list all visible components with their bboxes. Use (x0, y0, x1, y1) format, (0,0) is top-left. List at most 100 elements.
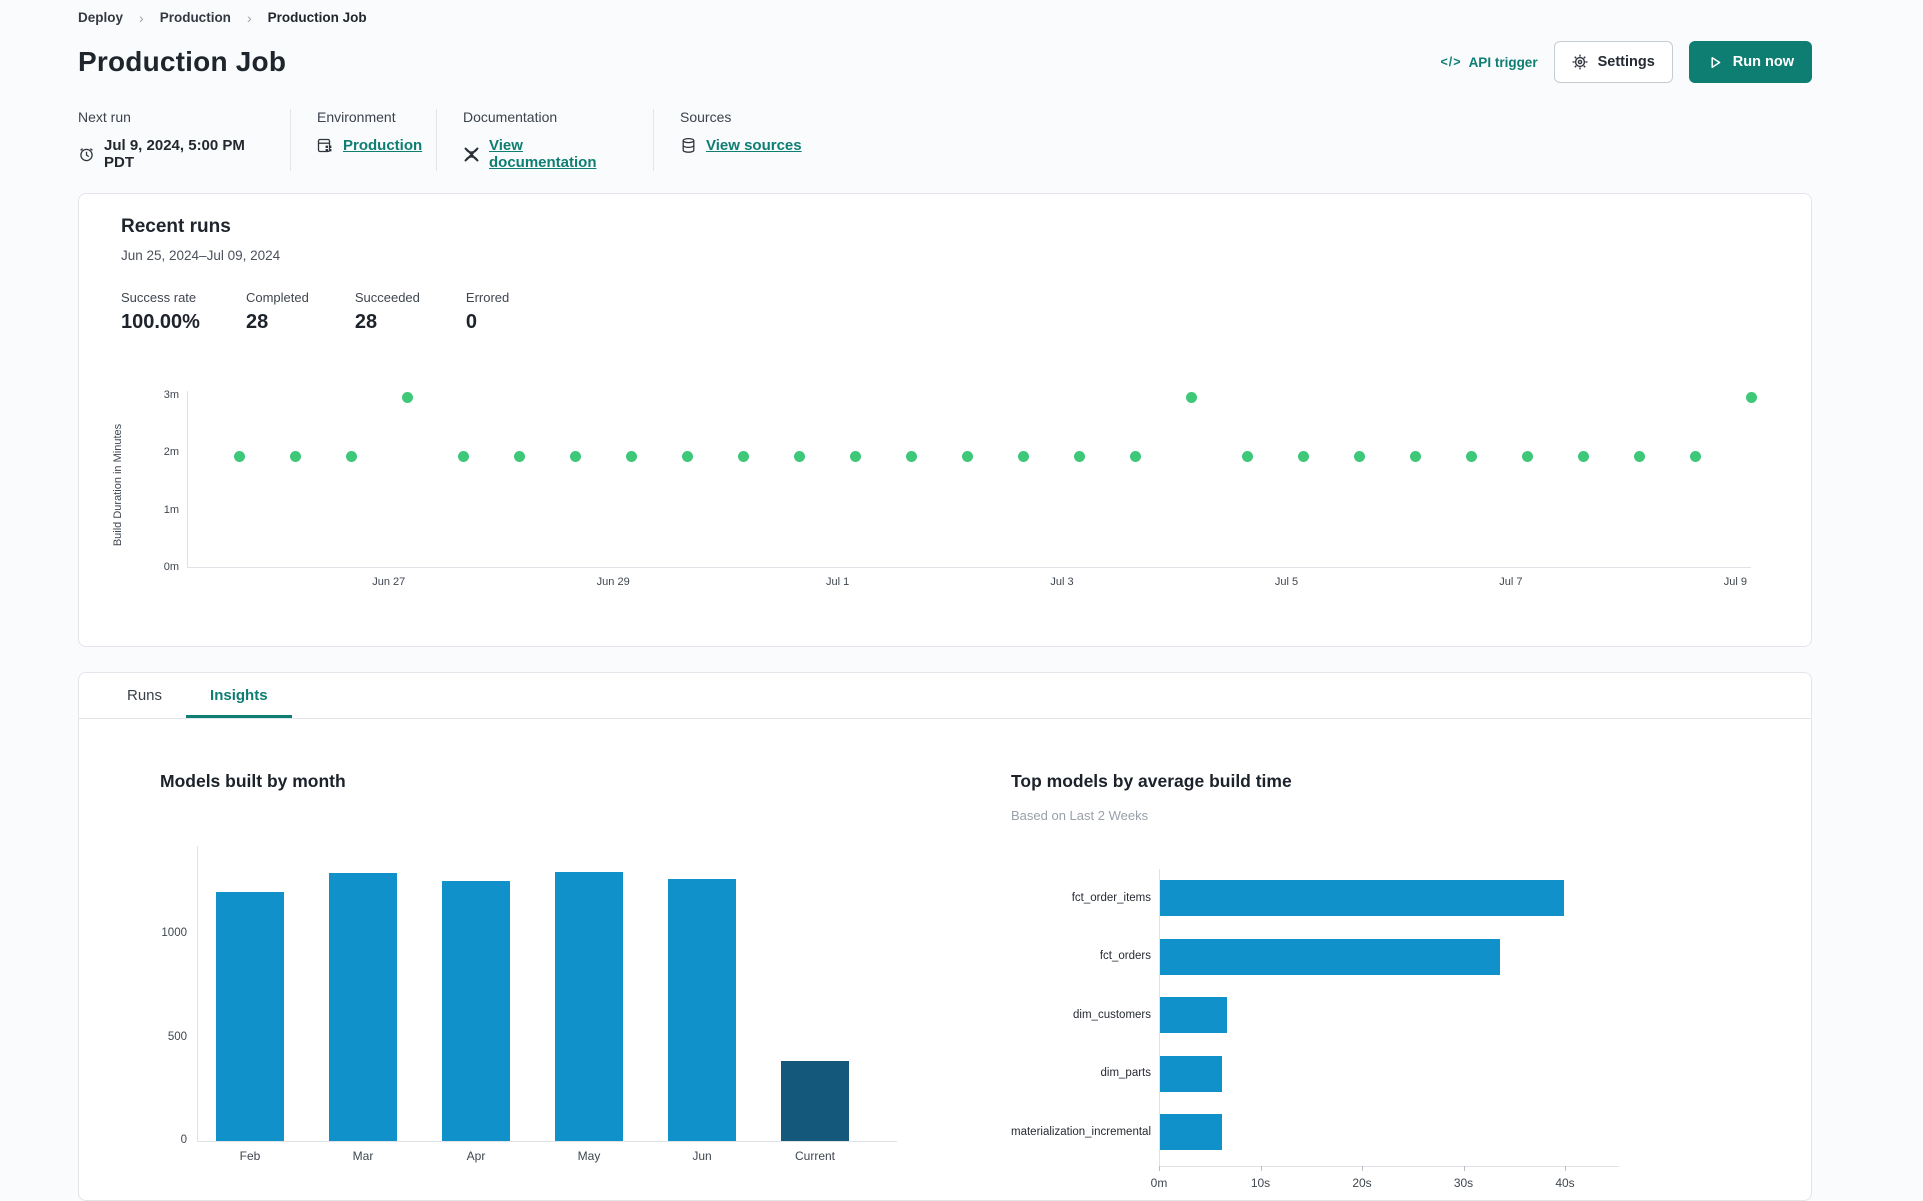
run-dot[interactable] (682, 450, 694, 462)
meta-sources: Sources View sources (653, 109, 822, 171)
run-dot[interactable] (1521, 450, 1533, 462)
models-built-bar[interactable] (442, 881, 510, 1141)
scatter-x-tick: Jun 29 (596, 576, 630, 588)
top-models-chart-title: Top models by average build time (1011, 771, 1292, 791)
top-models-category-label: fct_orders (1099, 950, 1151, 962)
models-built-chart-title: Models built by month (160, 771, 346, 791)
run-dot[interactable] (626, 450, 638, 462)
recent-runs-card: Recent runs Jun 25, 2024–Jul 09, 2024 Su… (78, 193, 1812, 647)
run-now-button[interactable]: Run now (1688, 41, 1812, 83)
chevron-right-icon: › (246, 9, 252, 26)
build-duration-scatter-plot (187, 391, 1757, 568)
models-built-x-tick: Feb (239, 1149, 261, 1163)
run-dot[interactable] (1577, 450, 1589, 462)
environment-label: Environment (317, 109, 396, 125)
scatter-x-tick: Jul 3 (1050, 576, 1074, 588)
sources-label: Sources (680, 109, 732, 125)
scatter-y-tick: 2m (163, 446, 179, 459)
clock-icon (78, 146, 95, 163)
scatter-x-tick: Jul 5 (1274, 576, 1299, 588)
run-dot[interactable] (458, 450, 470, 462)
stat-succeeded: Succeeded 28 (354, 290, 420, 333)
run-dot[interactable] (1745, 392, 1757, 404)
play-icon (1707, 54, 1724, 71)
models-built-y-tick: 500 (167, 1030, 187, 1043)
api-trigger-link[interactable]: </> API trigger (1440, 55, 1537, 70)
run-dot[interactable] (290, 450, 302, 462)
settings-button[interactable]: Settings (1553, 41, 1673, 83)
header-actions: </> API trigger Settings Run now (1440, 41, 1812, 83)
run-dot[interactable] (1689, 450, 1701, 462)
top-models-x-tickmark (1159, 1166, 1160, 1171)
environment-link[interactable]: Production (343, 137, 422, 154)
top-models-category-label: materialization_incremental (1011, 1125, 1151, 1138)
scatter-y-axis-title: Build Duration in Minutes (112, 423, 124, 547)
recent-runs-date-range: Jun 25, 2024–Jul 09, 2024 (121, 248, 281, 263)
insights-card: Runs Insights Models built by month Top … (78, 672, 1812, 1201)
top-models-category-label: dim_customers (1073, 1008, 1151, 1021)
recent-runs-stats: Success rate 100.00% Completed 28 Succee… (121, 290, 509, 334)
models-built-bar[interactable] (216, 891, 284, 1141)
top-models-category-label: dim_parts (1100, 1067, 1152, 1079)
scatter-y-tick: 0m (163, 561, 179, 573)
run-dot[interactable] (906, 450, 917, 462)
models-built-bar[interactable] (555, 871, 623, 1141)
run-dot[interactable] (1185, 392, 1197, 404)
run-dot[interactable] (1465, 450, 1477, 462)
run-dot[interactable] (1241, 450, 1253, 462)
top-models-bar[interactable] (1160, 997, 1227, 1033)
run-dot[interactable] (570, 450, 582, 462)
scatter-x-tick: Jul 1 (825, 576, 850, 588)
models-built-bar[interactable] (781, 1061, 849, 1141)
run-dot[interactable] (1297, 450, 1309, 462)
chevron-right-icon: › (139, 9, 144, 26)
scatter-y-tick: 1m (163, 503, 179, 516)
breadcrumb-deploy[interactable]: Deploy (78, 10, 123, 25)
top-models-chart-subtitle: Based on Last 2 Weeks (1011, 808, 1149, 823)
top-models-x-tickmark (1565, 1166, 1566, 1171)
run-dot[interactable] (794, 450, 806, 462)
top-models-x-tick: 0m (1150, 1176, 1168, 1190)
view-sources-link[interactable]: View sources (706, 137, 802, 154)
meta-environment: Environment Production (290, 109, 436, 171)
view-documentation-link[interactable]: View documentation (489, 137, 633, 171)
models-built-bar[interactable] (329, 872, 397, 1141)
meta-next-run: Next run Jul 9, 2024, 5:00 PM PDT (78, 109, 290, 171)
meta-documentation: Documentation View documentation (436, 109, 653, 171)
tab-runs[interactable]: Runs (103, 673, 186, 718)
top-models-bar[interactable] (1160, 1055, 1222, 1092)
top-models-bar[interactable] (1160, 938, 1501, 975)
run-dot[interactable] (1017, 450, 1029, 462)
top-models-bar[interactable] (1160, 1114, 1222, 1150)
run-dot[interactable] (1073, 450, 1085, 462)
top-models-category-label: fct_order_items (1071, 891, 1151, 904)
next-run-value: Jul 9, 2024, 5:00 PM PDT (104, 137, 245, 171)
environment-icon (317, 137, 334, 154)
run-dot[interactable] (1409, 450, 1421, 462)
stat-completed: Completed 28 (245, 290, 309, 333)
breadcrumb-production[interactable]: Production (160, 10, 231, 25)
run-dot[interactable] (234, 450, 246, 462)
models-built-x-tick: May (577, 1149, 601, 1163)
models-built-y-tick: 0 (180, 1134, 187, 1146)
run-dot[interactable] (1353, 450, 1365, 462)
run-dot[interactable] (850, 450, 861, 462)
tab-insights[interactable]: Insights (186, 673, 292, 718)
stat-success-rate: Success rate 100.00% (121, 290, 200, 333)
run-dot[interactable] (514, 450, 526, 462)
top-models-bar[interactable] (1160, 880, 1564, 916)
breadcrumb-production-job: Production Job (267, 10, 367, 25)
models-built-x-tick: Apr (466, 1149, 486, 1163)
models-built-bar[interactable] (668, 878, 736, 1141)
run-dot[interactable] (1129, 450, 1141, 462)
run-dot[interactable] (1633, 450, 1645, 462)
documentation-label: Documentation (463, 109, 558, 125)
run-dot[interactable] (961, 450, 973, 462)
top-models-x-tick: 30s (1453, 1176, 1474, 1190)
models-built-y-tick: 1000 (161, 927, 187, 939)
run-dot[interactable] (346, 450, 358, 462)
top-models-x-tickmark (1362, 1166, 1363, 1171)
models-built-x-axis (197, 1141, 897, 1142)
run-dot[interactable] (738, 450, 750, 462)
run-dot[interactable] (402, 392, 414, 404)
